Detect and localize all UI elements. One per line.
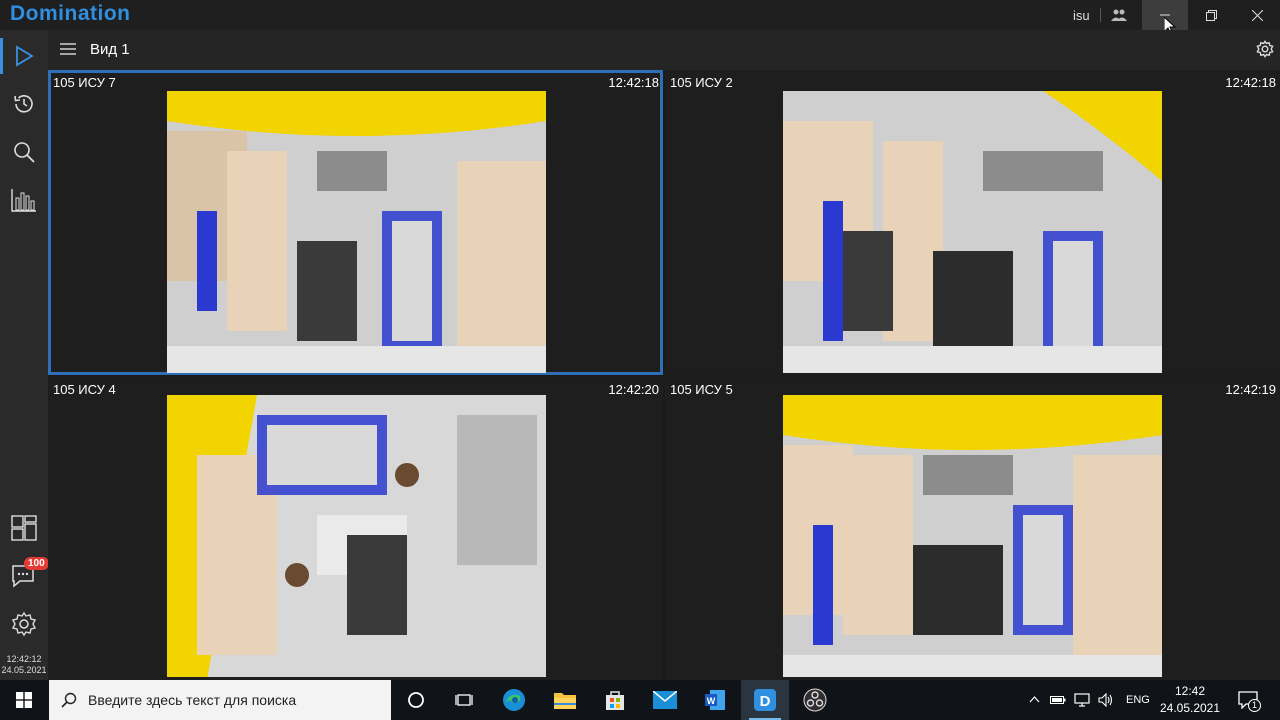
analytics-button[interactable] <box>0 176 48 224</box>
camera-time: 12:42:20 <box>608 382 659 397</box>
camera-tile[interactable]: 105 ИСУ 7 12:42:18 <box>48 70 663 375</box>
taskbar-time: 12:42 <box>1174 684 1206 698</box>
hamburger-menu-icon[interactable] <box>60 42 76 56</box>
view-settings-icon[interactable] <box>1256 40 1274 58</box>
start-button[interactable] <box>0 680 48 720</box>
camera-name: 105 ИСУ 2 <box>670 75 733 90</box>
settings-icon <box>11 611 37 637</box>
close-button[interactable] <box>1234 0 1280 30</box>
file-explorer-icon <box>554 693 576 709</box>
camera-time: 12:42:18 <box>1225 75 1276 90</box>
camera-name: 105 ИСУ 4 <box>53 382 116 397</box>
users-icon <box>1111 9 1127 21</box>
taskbar-search-input[interactable]: Введите здесь текст для поиска <box>49 680 391 720</box>
camera-feed <box>167 395 546 677</box>
app-title: Domination <box>10 2 131 25</box>
close-icon <box>1251 9 1263 21</box>
search-button[interactable] <box>0 128 48 176</box>
camera-name: 105 ИСУ 7 <box>53 75 116 90</box>
sidebar: 100 12:42:12 24.05.2021 <box>0 30 49 680</box>
title-bar: Domination isu <box>0 0 1280 36</box>
history-icon <box>14 95 33 113</box>
search-placeholder: Введите здесь текст для поиска <box>88 692 297 708</box>
obs-button[interactable] <box>791 680 839 720</box>
user-name[interactable]: isu <box>1073 8 1090 23</box>
file-explorer-button[interactable] <box>541 680 589 720</box>
camera-tile[interactable]: 105 ИСУ 5 12:42:19 <box>665 377 1280 680</box>
camera-time: 12:42:19 <box>1225 382 1276 397</box>
layout-icon <box>11 515 37 541</box>
cortana-button[interactable] <box>392 680 440 720</box>
users-button[interactable] <box>1096 0 1142 30</box>
word-button[interactable]: W <box>691 680 739 720</box>
obs-icon <box>803 688 827 712</box>
windows-taskbar: Введите здесь текст для поиска W D ENG 1… <box>0 680 1280 720</box>
live-view-button[interactable] <box>0 32 48 80</box>
notification-badge: 100 <box>24 557 49 570</box>
camera-tile[interactable]: 105 ИСУ 2 12:42:18 <box>665 70 1280 375</box>
word-icon: W <box>705 690 725 710</box>
network-icon[interactable] <box>1074 693 1092 707</box>
svg-text:D: D <box>760 693 771 710</box>
store-button[interactable] <box>591 680 639 720</box>
search-icon <box>61 692 77 708</box>
analytics-icon <box>11 189 36 212</box>
cortana-icon <box>408 692 424 708</box>
mail-icon <box>653 691 677 709</box>
svg-text:W: W <box>707 696 716 706</box>
settings-button[interactable] <box>0 600 48 648</box>
chevron-up-icon[interactable] <box>1029 696 1040 703</box>
language-indicator[interactable]: ENG <box>1126 694 1150 706</box>
camera-name: 105 ИСУ 5 <box>670 382 733 397</box>
mail-button[interactable] <box>641 680 689 720</box>
archive-button[interactable] <box>0 80 48 128</box>
volume-icon[interactable] <box>1098 693 1114 707</box>
restore-button[interactable] <box>1188 0 1234 30</box>
sidebar-clock: 12:42:12 24.05.2021 <box>0 654 48 676</box>
clock-time: 12:42:12 <box>6 654 42 664</box>
play-icon <box>16 45 34 67</box>
view-name: Вид 1 <box>90 41 130 58</box>
taskbar-date: 24.05.2021 <box>1159 701 1221 715</box>
camera-tile[interactable]: 105 ИСУ 4 12:42:20 <box>48 377 663 680</box>
action-center-button[interactable]: 1 <box>1234 688 1264 714</box>
search-icon <box>14 142 35 163</box>
taskbar-clock[interactable]: 12:42 24.05.2021 <box>1152 684 1228 715</box>
layouts-button[interactable] <box>0 504 48 552</box>
domination-icon: D <box>754 689 776 711</box>
camera-feed <box>783 395 1162 677</box>
camera-feed <box>167 91 546 373</box>
task-view-button[interactable] <box>440 680 488 720</box>
edge-button[interactable] <box>490 680 538 720</box>
view-toolbar: Вид 1 <box>48 30 1280 70</box>
store-icon <box>606 691 624 710</box>
restore-icon <box>1205 9 1217 21</box>
action-center-count: 1 <box>1248 699 1262 712</box>
domination-taskbar-button[interactable]: D <box>741 680 789 720</box>
edge-icon <box>503 689 525 711</box>
task-view-icon <box>455 694 473 706</box>
camera-feed <box>783 91 1162 373</box>
camera-grid: 105 ИСУ 7 12:42:18 105 ИСУ 2 12:42:18 10… <box>48 70 1280 680</box>
battery-icon[interactable] <box>1050 694 1066 705</box>
windows-icon <box>16 692 32 708</box>
camera-time: 12:42:18 <box>608 75 659 90</box>
clock-date: 24.05.2021 <box>1 665 47 675</box>
